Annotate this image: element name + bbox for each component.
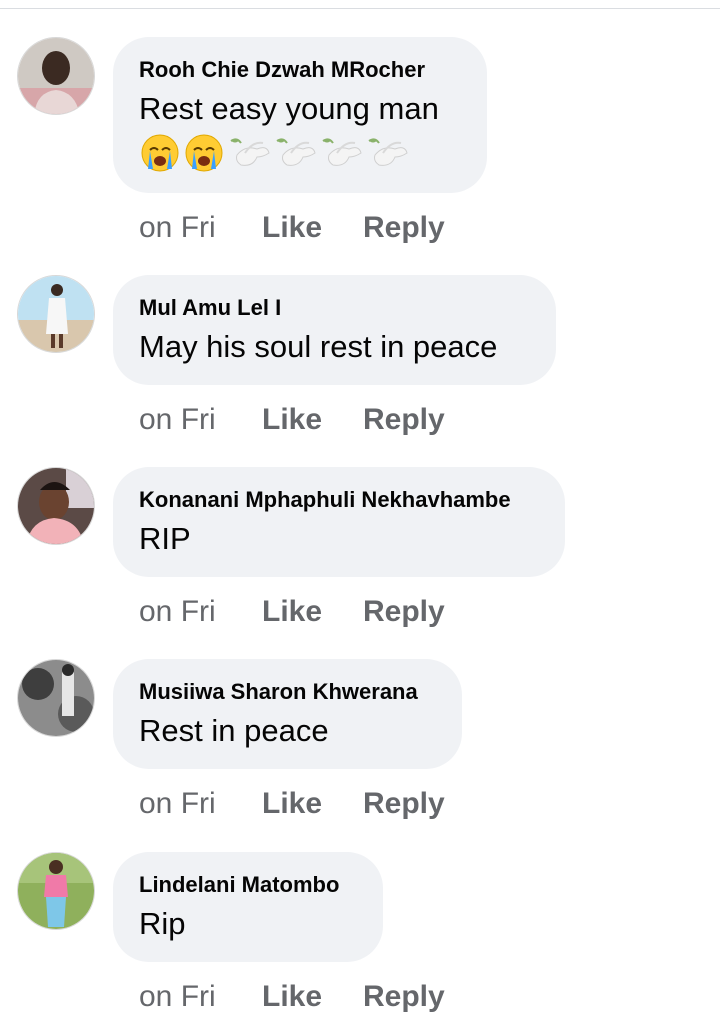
comment-author[interactable]: Mul Amu Lel I: [139, 295, 530, 321]
comment-author[interactable]: Konanani Mphaphuli Nekhavhambe: [139, 487, 539, 513]
avatar[interactable]: [17, 275, 95, 353]
top-divider: [0, 8, 720, 9]
dove-icon: [230, 138, 270, 166]
comment-bubble: Rooh Chie Dzwah MRocher Rest easy young …: [113, 37, 487, 193]
like-button[interactable]: Like: [262, 594, 322, 630]
comment-text: Rest in peace: [139, 713, 329, 748]
dove-icon: [276, 138, 316, 166]
crying-face-icon: [185, 134, 223, 172]
reply-button[interactable]: Reply: [363, 594, 445, 630]
comment-author[interactable]: Musiiwa Sharon Khwerana: [139, 679, 436, 705]
dove-icon: [368, 138, 408, 166]
avatar[interactable]: [17, 852, 95, 930]
avatar[interactable]: [17, 659, 95, 737]
dove-icon: [322, 138, 362, 166]
reply-button[interactable]: Reply: [363, 402, 445, 438]
comment-text: Rip: [139, 906, 186, 941]
avatar[interactable]: [17, 467, 95, 545]
like-button[interactable]: Like: [262, 786, 322, 822]
like-button[interactable]: Like: [262, 210, 322, 246]
reply-button[interactable]: Reply: [363, 210, 445, 246]
comment-bubble: Konanani Mphaphuli Nekhavhambe RIP: [113, 467, 565, 577]
comment-timestamp[interactable]: on Fri: [139, 594, 216, 630]
comment-timestamp[interactable]: on Fri: [139, 210, 216, 246]
reply-button[interactable]: Reply: [363, 786, 445, 822]
comment-bubble: Mul Amu Lel I May his soul rest in peace: [113, 275, 556, 385]
emoji-row: [139, 131, 461, 175]
comment-text: RIP: [139, 521, 191, 556]
comment-bubble: Lindelani Matombo Rip: [113, 852, 383, 962]
crying-face-icon: [141, 134, 179, 172]
avatar[interactable]: [17, 37, 95, 115]
comment-text: Rest easy young man: [139, 91, 439, 126]
comment-timestamp[interactable]: on Fri: [139, 786, 216, 822]
comment-timestamp[interactable]: on Fri: [139, 402, 216, 438]
like-button[interactable]: Like: [262, 402, 322, 438]
comment-text: May his soul rest in peace: [139, 329, 498, 364]
comment-author[interactable]: Lindelani Matombo: [139, 872, 357, 898]
comment-author[interactable]: Rooh Chie Dzwah MRocher: [139, 57, 461, 83]
comment-bubble: Musiiwa Sharon Khwerana Rest in peace: [113, 659, 462, 769]
